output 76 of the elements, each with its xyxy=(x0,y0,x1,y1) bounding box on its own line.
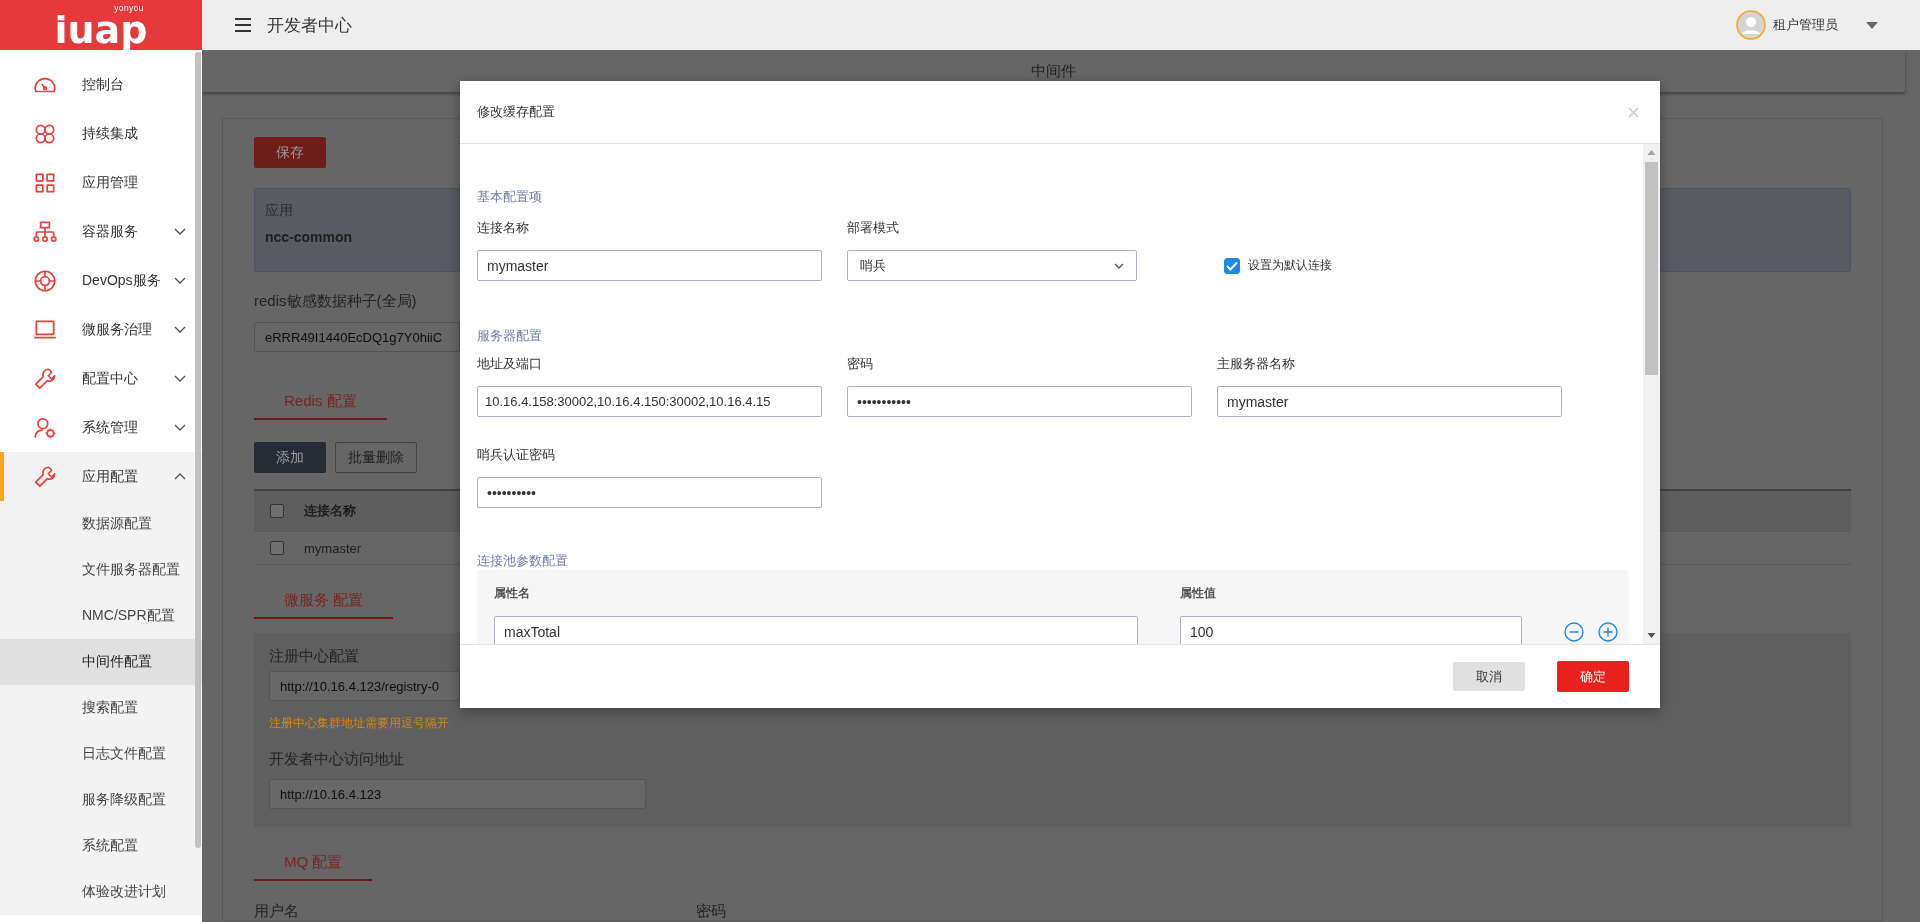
nav-subitem[interactable]: 体验改进计划 xyxy=(0,869,202,915)
cancel-button[interactable]: 取消 xyxy=(1453,662,1525,691)
checkbox[interactable] xyxy=(1224,257,1240,274)
nav-item[interactable]: 应用管理 xyxy=(0,158,202,207)
field-label: 部署模式 xyxy=(847,219,900,237)
nav-item[interactable]: DevOps服务 xyxy=(0,256,202,305)
field-label: 密码 xyxy=(847,355,874,373)
section-title: 连接池参数配置 xyxy=(477,552,569,570)
checkbox[interactable] xyxy=(270,541,284,555)
field-label: 用户名 xyxy=(254,902,300,920)
chevron-up-icon[interactable] xyxy=(174,473,186,480)
wrench-icon xyxy=(32,463,58,490)
lifebuoy-icon xyxy=(32,267,58,294)
chevron-down-icon[interactable] xyxy=(174,424,186,431)
chevron-down-icon[interactable] xyxy=(174,375,186,382)
nav-item[interactable]: 系统管理 xyxy=(0,403,202,452)
nav-item[interactable]: 持续集成 xyxy=(0,109,202,158)
section-title: 基本配置项 xyxy=(477,188,543,206)
nav-item[interactable]: 控制台 xyxy=(0,60,202,109)
checkbox[interactable] xyxy=(270,504,284,518)
user-name[interactable]: 租户管理员 xyxy=(1773,16,1838,34)
nav-subitem[interactable]: 系统配置 xyxy=(0,823,202,869)
text-field[interactable]: mymaster xyxy=(477,250,822,281)
select-value: 哨兵 xyxy=(860,256,886,275)
checkbox-label: 设置为默认连接 xyxy=(1248,257,1332,274)
chevron-down-icon xyxy=(1114,262,1124,269)
select-field[interactable]: 哨兵 xyxy=(847,250,1137,281)
add-button[interactable]: 添加 xyxy=(254,442,326,473)
address-field[interactable]: 10.16.4.158:30002,10.16.4.150:30002,10.16.4.15 xyxy=(477,386,822,417)
chevron-down-icon[interactable] xyxy=(174,277,186,284)
nav-item[interactable]: 配置中心 xyxy=(0,354,202,403)
remove-icon[interactable] xyxy=(1564,621,1584,642)
chevron-down-icon[interactable] xyxy=(174,326,186,333)
password-field[interactable]: ••••••••••• xyxy=(847,386,1192,417)
logo-subtext: yonyou xyxy=(114,3,144,13)
nav-subitem[interactable]: 日志文件配置 xyxy=(0,731,202,777)
field-label: 连接名称 xyxy=(477,219,530,237)
scrollbar-thumb[interactable] xyxy=(1645,162,1658,375)
page-title: 中间件 xyxy=(1031,61,1076,81)
wrench-icon xyxy=(32,365,58,392)
sitemap-icon xyxy=(32,218,58,245)
property-name-field[interactable]: maxTotal xyxy=(494,616,1138,644)
confirm-button[interactable]: 确定 xyxy=(1557,661,1629,692)
nav-subitem[interactable]: 文件服务器配置 xyxy=(0,547,202,593)
scrollbar-thumb[interactable] xyxy=(195,52,201,848)
property-value-field[interactable]: 100 xyxy=(1180,616,1522,644)
caret-icon[interactable] xyxy=(1866,21,1878,29)
field-label: 地址及端口 xyxy=(477,355,543,373)
menu-icon[interactable] xyxy=(235,18,251,32)
nav-subitem[interactable]: 数据源配置 xyxy=(0,501,202,547)
table-cell: mymaster xyxy=(304,540,362,556)
nav-subitem[interactable]: 服务降级配置 xyxy=(0,777,202,823)
nav-item[interactable]: 应用配置 xyxy=(0,452,202,501)
nav-item[interactable]: 容器服务 xyxy=(0,207,202,256)
hint-text: 注册中心集群地址需要用逗号隔开 xyxy=(269,716,450,730)
save-button[interactable]: 保存 xyxy=(254,137,326,168)
field-label: redis敏感数据种子(全局) xyxy=(254,292,418,310)
text-field[interactable]: mymaster xyxy=(1217,386,1562,417)
field-label: 密码 xyxy=(696,902,727,920)
column-header: 属性值 xyxy=(1180,585,1217,602)
app-title: 开发者中心 xyxy=(267,14,352,37)
nav-item[interactable]: 微服务治理 xyxy=(0,305,202,354)
nav-subitem[interactable]: NMC/SPR配置 xyxy=(0,593,202,639)
chevron-down-icon[interactable] xyxy=(174,228,186,235)
add-icon[interactable] xyxy=(1598,621,1618,642)
app-name: ncc-common xyxy=(265,229,354,245)
field-label: 主服务器名称 xyxy=(1217,355,1296,373)
password-field[interactable]: •••••••••• xyxy=(477,477,822,508)
avatar-icon xyxy=(1736,10,1766,40)
column-header: 属性名 xyxy=(494,585,531,602)
column-header: 连接名称 xyxy=(304,502,356,520)
nav-subitem[interactable]: 中间件配置 xyxy=(0,639,202,685)
nav-subitem[interactable]: 搜索配置 xyxy=(0,685,202,731)
field-label: 哨兵认证密码 xyxy=(477,446,556,464)
dialog-title: 修改缓存配置 xyxy=(477,103,555,121)
section-title: 服务器配置 xyxy=(477,327,543,345)
